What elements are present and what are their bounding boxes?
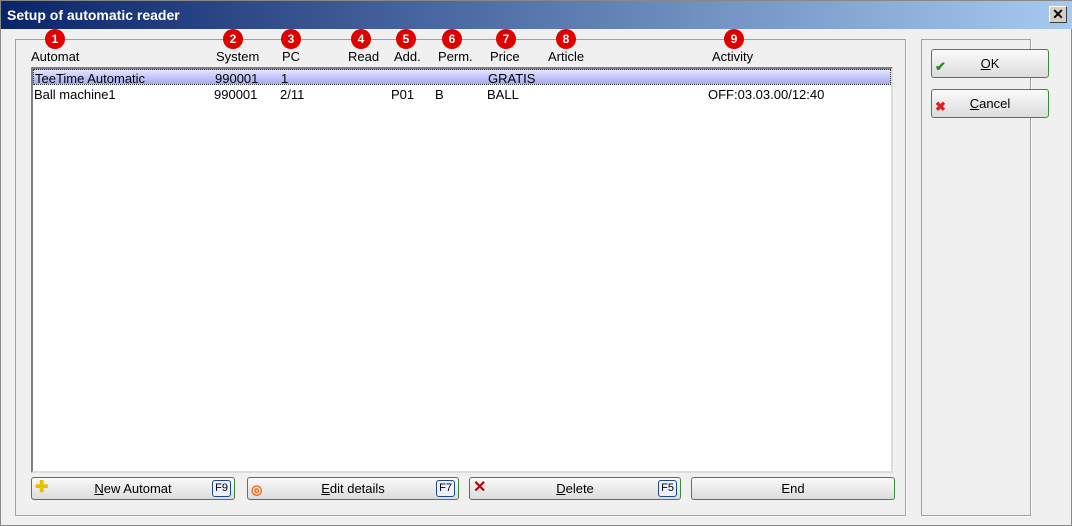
badge-6: 6	[442, 29, 462, 49]
table-row[interactable]: TeeTime Automatic 990001 1 GRATIS	[33, 69, 891, 86]
ring-icon: ◎	[251, 482, 263, 497]
f7-key-hint: F7	[436, 480, 455, 497]
badge-3: 3	[281, 29, 301, 49]
header-price[interactable]: Price	[490, 49, 520, 64]
badge-7: 7	[496, 29, 516, 49]
header-read[interactable]: Read	[348, 49, 379, 64]
badge-4: 4	[351, 29, 371, 49]
window-title: Setup of automatic reader	[7, 7, 180, 23]
table-row[interactable]: Ball machine1 990001 2/11 P01 B BALL OFF…	[33, 86, 891, 102]
end-button[interactable]: End	[691, 477, 895, 500]
header-pc[interactable]: PC	[282, 49, 300, 64]
header-system[interactable]: System	[216, 49, 259, 64]
cell-add: P01	[391, 87, 415, 102]
cell-pc: 2/11	[280, 87, 305, 102]
cancel-button[interactable]: ✖ Cancel	[931, 89, 1049, 118]
title-bar: Setup of automatic reader ✕	[1, 1, 1072, 29]
cell-price: BALL	[487, 87, 519, 102]
badge-8: 8	[556, 29, 576, 49]
x-icon: ✖	[935, 99, 946, 114]
cell-automat: TeeTime Automatic	[35, 71, 146, 86]
f9-key-hint: F9	[212, 480, 231, 497]
cell-pc: 1	[281, 71, 289, 86]
automat-list[interactable]: TeeTime Automatic 990001 1 GRATIS Ball m…	[31, 67, 893, 473]
checkmark-icon: ✔	[935, 59, 946, 74]
plus-icon: ✚	[35, 479, 49, 496]
new-automat-button[interactable]: ✚ New Automat F9	[31, 477, 235, 500]
cell-perm: B	[435, 87, 444, 102]
f5-key-hint: F5	[658, 480, 677, 497]
cell-system: 990001	[214, 87, 258, 102]
cell-price: GRATIS	[488, 71, 536, 86]
ok-button[interactable]: ✔ OK	[931, 49, 1049, 78]
header-automat[interactable]: Automat	[31, 49, 79, 64]
close-button[interactable]: ✕	[1049, 6, 1067, 23]
badge-9: 9	[724, 29, 744, 49]
x-icon: ✕	[473, 479, 487, 496]
header-article[interactable]: Article	[548, 49, 584, 64]
badge-2: 2	[223, 29, 243, 49]
edit-details-button[interactable]: ◎ Edit details F7	[247, 477, 459, 500]
cell-system: 990001	[215, 71, 259, 86]
header-activity[interactable]: Activity	[712, 49, 753, 64]
header-add[interactable]: Add.	[394, 49, 421, 64]
badge-1: 1	[45, 29, 65, 49]
header-perm[interactable]: Perm.	[438, 49, 473, 64]
cell-automat: Ball machine1	[34, 87, 116, 102]
delete-button[interactable]: ✕ Delete F5	[469, 477, 681, 500]
badge-5: 5	[396, 29, 416, 49]
cell-activity: OFF:03.03.00/12:40	[708, 87, 825, 102]
